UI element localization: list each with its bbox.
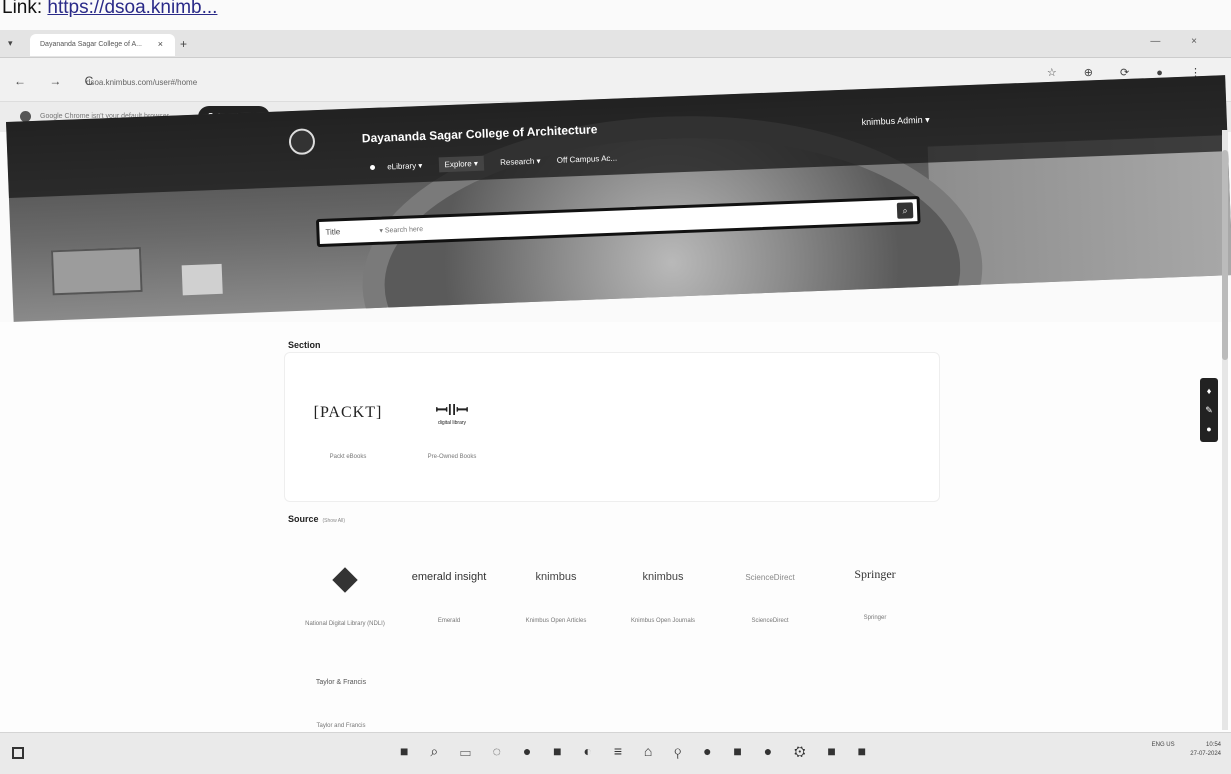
tile-label: ScienceDirect xyxy=(751,618,789,624)
source-heading: Source (Show All) xyxy=(288,514,345,524)
tab-dsoa[interactable]: Dayananda Sagar College of A... × xyxy=(30,34,175,56)
hero-roof-small xyxy=(181,263,223,296)
ndl-logo xyxy=(332,567,358,593)
search-icon[interactable]: ⌕ xyxy=(896,202,914,219)
system-tray[interactable]: ENG US 10:54 27-07-2024 xyxy=(1152,741,1221,759)
clock[interactable]: 10:54 27-07-2024 xyxy=(1190,741,1221,759)
knimbus-logo: knimbus xyxy=(642,571,684,583)
digital-library-logo: ꟷǀǀꟷ digital library xyxy=(435,402,469,426)
source-tile-taylor-francis[interactable]: Taylor & Francis Taylor and Francis xyxy=(296,652,386,731)
taskbar-icons[interactable]: ■ ⌕ ▭ ◌ ● ■ ◐ ≡ ⌂ ⚲ ● ■ ● ⚙ ■ ■ xyxy=(400,743,875,760)
tab-close-icon[interactable]: × xyxy=(158,39,163,49)
section-card: [PACKT] Packt eBooks ꟷǀǀꟷ digital library… xyxy=(284,352,940,502)
tile-label: Packt eBooks xyxy=(329,454,367,460)
page-scrollbar[interactable] xyxy=(1222,130,1228,730)
main-content: Section [PACKT] Packt eBooks ꟷǀǀꟷ digital… xyxy=(0,322,1231,732)
clock-date: 27-07-2024 xyxy=(1190,751,1221,757)
tile-label: Emerald xyxy=(437,618,461,624)
clock-time: 10:54 xyxy=(1205,742,1221,748)
caption-prefix: Link: xyxy=(2,0,43,18)
tile-label: Taylor and Francis xyxy=(316,723,366,729)
source-title: Source xyxy=(288,514,319,524)
bell-icon[interactable]: ♦ xyxy=(1200,382,1218,401)
section-tile-digital-library[interactable]: ꟷǀǀꟷ digital library Pre-Owned Books xyxy=(407,383,497,462)
windows-taskbar: ■ ⌕ ▭ ◌ ● ■ ◐ ≡ ⌂ ⚲ ● ■ ● ⚙ ■ ■ ENG US 1… xyxy=(0,732,1231,774)
nav-explore[interactable]: Explore ▾ xyxy=(438,155,485,173)
tile-label: National Digital Library (NDLI) xyxy=(305,621,385,627)
browser-tab-strip: ▾ Dayananda Sagar College of A... × + — … xyxy=(0,30,1231,58)
show-all-link[interactable]: (Show All) xyxy=(323,518,346,524)
hero-roof xyxy=(50,246,143,296)
nav-elibrary[interactable]: eLibrary ▾ xyxy=(387,161,422,171)
side-toolbar: ♦ ✎ ● xyxy=(1200,378,1218,442)
help-icon[interactable]: ● xyxy=(1200,420,1218,439)
photo-frame: Link: https://dsoa.knimb... ▾ Dayananda … xyxy=(0,0,1231,774)
scrollbar-thumb[interactable] xyxy=(1222,150,1228,360)
source-tile-springer[interactable]: Springer Springer xyxy=(830,544,920,623)
new-tab-button[interactable]: + xyxy=(180,37,187,51)
knimbus-logo: knimbus xyxy=(535,571,577,583)
home-icon[interactable] xyxy=(369,165,376,171)
sciencedirect-logo: ScienceDirect xyxy=(745,572,795,582)
packt-logo: [PACKT] xyxy=(313,404,383,421)
source-tile-knimbus-articles[interactable]: knimbus Knimbus Open Articles xyxy=(511,547,601,626)
source-tile-knimbus-journals[interactable]: knimbus Knimbus Open Journals xyxy=(618,547,708,626)
section-tile-packt[interactable]: [PACKT] Packt eBooks xyxy=(303,383,393,462)
window-controls[interactable]: — × xyxy=(1150,36,1211,47)
source-tile-emerald[interactable]: emerald insight Emerald xyxy=(404,547,494,626)
source-tile-sciencedirect[interactable]: ScienceDirect ScienceDirect xyxy=(725,547,815,626)
widgets-icon[interactable] xyxy=(12,747,24,759)
tab-search-icon[interactable]: ▾ xyxy=(8,38,13,49)
nav-research[interactable]: Research ▾ xyxy=(500,157,541,168)
caption-url[interactable]: https://dsoa.knimb... xyxy=(47,0,217,18)
tile-label: Springer xyxy=(863,615,887,621)
emerald-logo: emerald insight xyxy=(411,571,487,583)
pencil-icon[interactable]: ✎ xyxy=(1200,401,1218,420)
springer-logo: Springer xyxy=(854,566,896,581)
tile-label: Knimbus Open Journals xyxy=(630,618,696,624)
tile-label: Pre-Owned Books xyxy=(427,454,477,460)
taylor-francis-logo: Taylor & Francis xyxy=(315,678,367,686)
language-indicator[interactable]: ENG US xyxy=(1152,741,1175,750)
tile-label: Knimbus Open Articles xyxy=(525,618,587,624)
section-heading: Section xyxy=(288,340,321,350)
source-tile-ndl[interactable]: National Digital Library (NDLI) xyxy=(300,550,390,629)
search-field-select[interactable]: Title xyxy=(325,227,340,237)
tab-title: Dayananda Sagar College of A... xyxy=(40,41,142,48)
caption: Link: https://dsoa.knimb... xyxy=(0,0,217,22)
